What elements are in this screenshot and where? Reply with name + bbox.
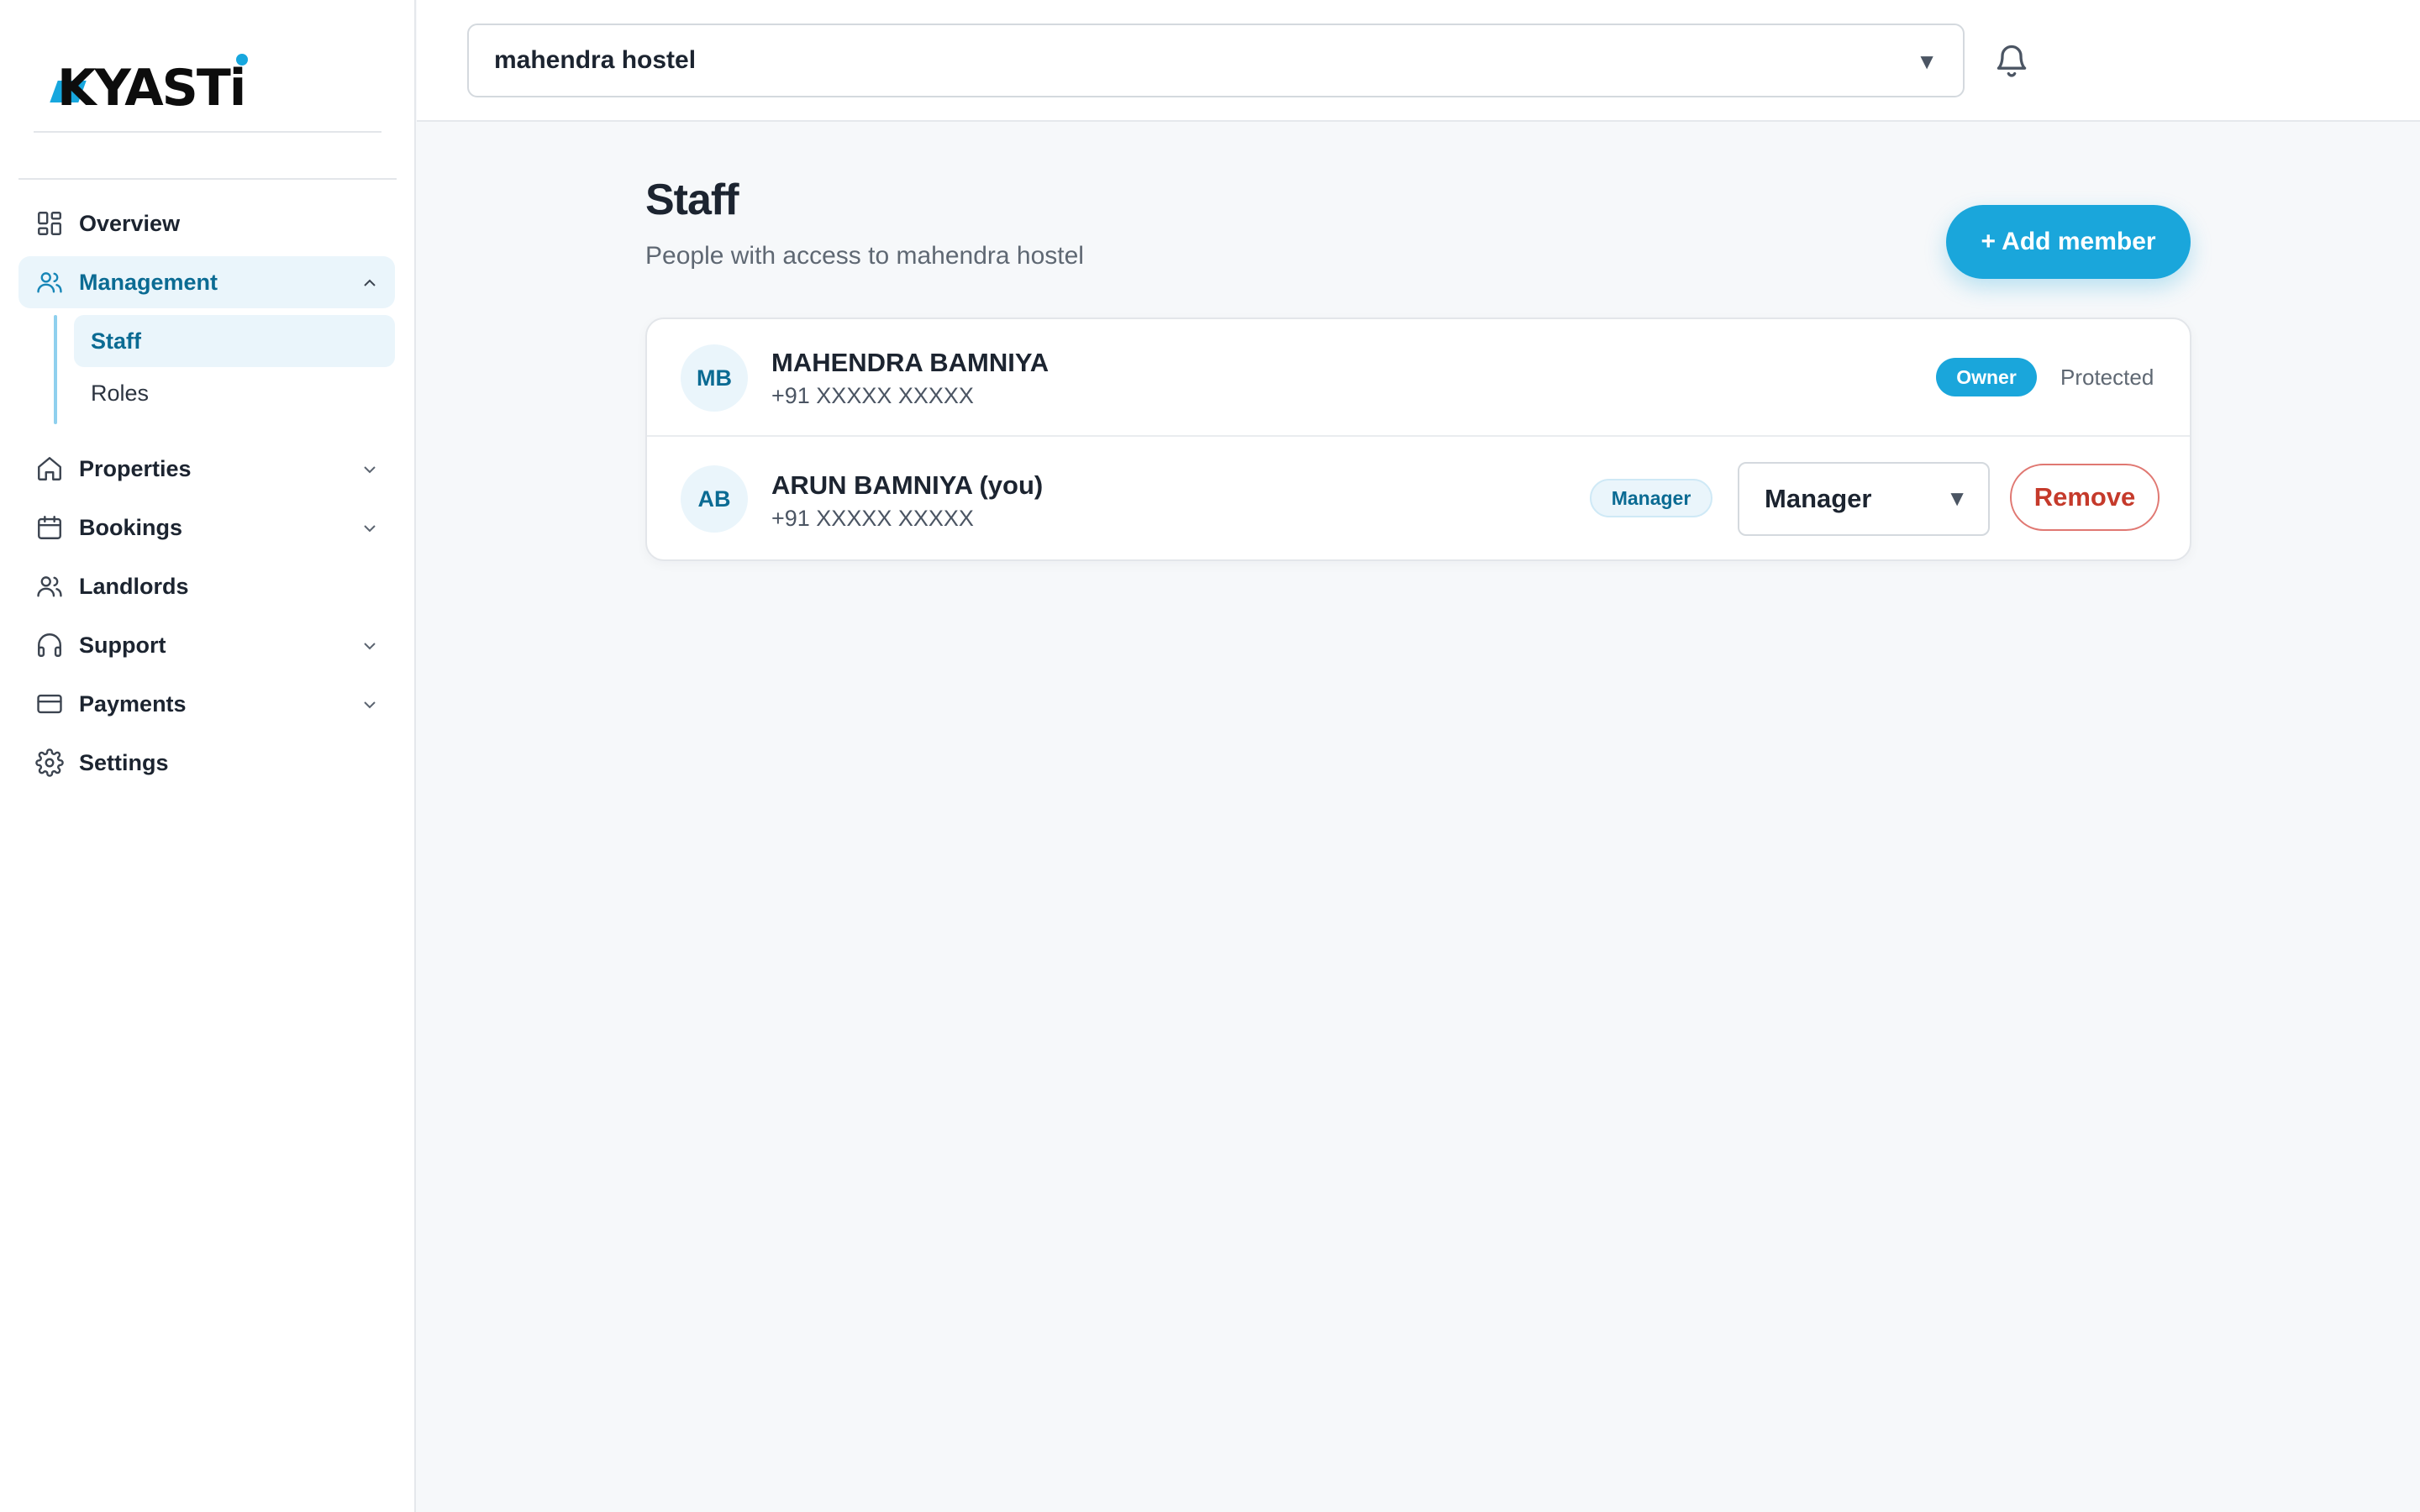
member-name: MAHENDRA BAMNIYA [771,348,1050,377]
users-icon [35,268,64,297]
credit-card-icon [35,690,64,718]
headphones-icon [35,631,64,659]
users-icon [35,572,64,601]
sidebar-item-payments[interactable]: Payments [18,678,395,730]
owner-badge: Owner [1936,358,2037,396]
sidebar-item-label: Bookings [79,514,183,540]
management-subnav: Staff Roles [54,315,395,424]
protected-status: Protected [2060,365,2154,390]
sidebar-subitem-roles[interactable]: Roles [74,367,395,419]
sidebar-divider [18,178,397,180]
page-subtitle: People with access to mahendra hostel [645,242,1084,270]
sidebar-item-label: Properties [79,455,192,481]
property-select[interactable]: mahendra hostel ▼ [467,24,1965,97]
sidebar-item-label: Overview [79,210,181,236]
sidebar-nav: Overview Management Staff Roles Properti… [18,197,395,795]
gear-icon [35,748,64,777]
sidebar-subitem-staff[interactable]: Staff [74,315,395,367]
sidebar-item-bookings[interactable]: Bookings [18,501,395,554]
table-row: MB MAHENDRA BAMNIYA +91 XXXXX XXXXX Owne… [647,319,2190,437]
logo-area: K YAST i [34,25,381,133]
member-phone: +91 XXXXX XXXXX [771,383,974,408]
avatar: MB [681,344,748,412]
calendar-icon [35,513,64,542]
table-row: AB ARUN BAMNIYA (you) +91 XXXXX XXXXX Ma… [647,437,2190,561]
sidebar-item-label: Landlords [79,573,189,599]
logo[interactable]: K YAST i [57,54,248,118]
add-member-button[interactable]: + Add member [1946,205,2191,279]
caret-down-icon: ▼ [1946,486,1968,511]
sidebar-item-settings[interactable]: Settings [18,737,395,789]
sidebar-item-support[interactable]: Support [18,619,395,671]
chevron-down-icon [360,459,380,480]
chevron-down-icon [360,695,380,715]
chevron-down-icon [360,518,380,538]
top-bar: mahendra hostel ▼ [417,0,2420,122]
sidebar-item-label: Payments [79,690,187,717]
sidebar-item-label: Settings [79,749,169,775]
page-title: Staff [645,176,739,224]
sidebar-item-overview[interactable]: Overview [18,197,395,249]
bell-icon[interactable] [1993,40,2030,81]
sidebar-item-management[interactable]: Management [18,256,395,308]
grid-icon [35,209,64,238]
sidebar-item-landlords[interactable]: Landlords [18,560,395,612]
property-select-value: mahendra hostel [494,46,697,74]
member-phone: +91 XXXXX XXXXX [771,506,974,531]
avatar: AB [681,465,748,533]
staff-list: MB MAHENDRA BAMNIYA +91 XXXXX XXXXX Owne… [645,318,2191,561]
sidebar: KYASTi Overview Management Staff Roles [0,0,416,1512]
sidebar-item-properties[interactable]: Properties [18,443,395,495]
chevron-up-icon [360,273,380,293]
sidebar-item-label: Management [79,269,218,295]
role-select-value: Manager [1765,484,1872,513]
home-icon [35,454,64,483]
caret-down-icon: ▼ [1916,49,1938,74]
role-select[interactable]: Manager ▼ [1738,462,1990,536]
remove-button[interactable]: Remove [2010,464,2160,531]
member-name: ARUN BAMNIYA (you) [771,470,1044,500]
sidebar-item-label: Support [79,632,166,658]
chevron-down-icon [360,636,380,656]
role-badge: Manager [1590,479,1712,517]
